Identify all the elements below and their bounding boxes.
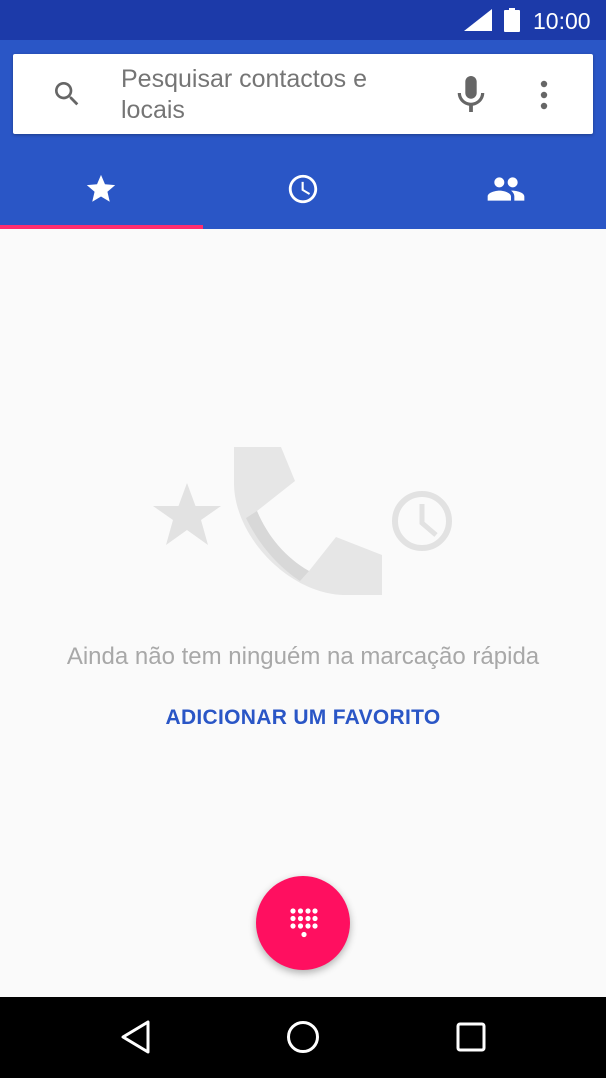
status-time: 10:00 xyxy=(533,8,591,34)
tab-favorites[interactable] xyxy=(0,148,203,229)
phone-icon xyxy=(234,447,382,595)
more-vert-icon[interactable] xyxy=(539,80,549,110)
back-icon[interactable] xyxy=(120,1019,152,1055)
signal-icon xyxy=(464,9,492,31)
star-icon xyxy=(153,483,221,545)
search-input[interactable]: Pesquisar contactos e locais xyxy=(121,64,421,126)
mic-icon[interactable] xyxy=(457,76,485,112)
tab-bar xyxy=(0,148,606,229)
add-favorite-button[interactable]: ADICIONAR UM FAVORITO xyxy=(0,704,606,732)
battery-icon xyxy=(504,8,520,32)
empty-state-illustration xyxy=(153,447,452,595)
recents-icon[interactable] xyxy=(455,1021,487,1053)
empty-state-message: Ainda não tem ninguém na marcação rápida xyxy=(66,643,540,670)
dialer-screen: 10:00 Pesquisar contactos e locais Ainda… xyxy=(0,0,606,1078)
dialpad-icon xyxy=(290,908,318,938)
dialpad-fab[interactable] xyxy=(256,876,350,970)
tab-contacts[interactable] xyxy=(404,148,606,229)
search-icon[interactable] xyxy=(51,78,83,110)
home-icon[interactable] xyxy=(285,1019,321,1055)
app-header: Pesquisar contactos e locais xyxy=(0,40,606,229)
clock-icon xyxy=(392,491,452,551)
people-icon xyxy=(487,177,525,201)
tab-indicator xyxy=(0,225,203,229)
status-bar: 10:00 xyxy=(0,0,606,40)
search-box[interactable]: Pesquisar contactos e locais xyxy=(13,54,593,134)
tab-recents[interactable] xyxy=(202,148,404,229)
navigation-bar xyxy=(0,997,606,1078)
clock-icon xyxy=(288,174,318,204)
star-icon xyxy=(86,174,116,202)
